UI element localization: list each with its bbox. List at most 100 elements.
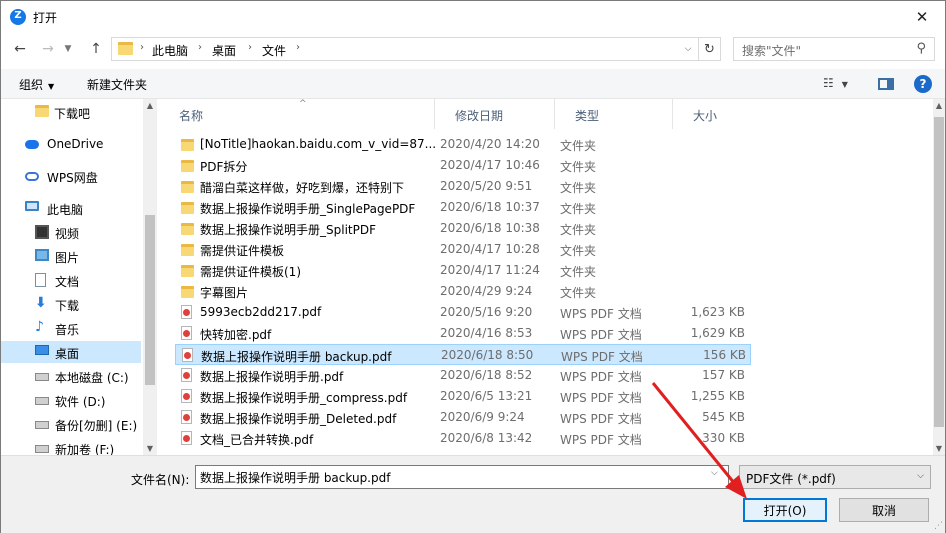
file-row[interactable]: 数据上报操作说明手册_compress.pdf 2020/6/5 13:21 WPS… (175, 386, 751, 407)
file-row[interactable]: 数据上报操作说明手册_Deleted.pdf 2020/6/9 9:24 WPS P… (175, 407, 751, 428)
sidebar-item[interactable]: 本地磁盘 (C:) (1, 365, 141, 387)
preview-pane-button[interactable] (878, 78, 894, 90)
command-toolbar: 组织 ▼ 新建文件夹 ☷ ▼ ? (1, 69, 945, 99)
close-button[interactable]: ✕ (899, 1, 945, 32)
file-type: 文件夹 (560, 265, 597, 279)
refresh-button[interactable]: ↻ (699, 37, 721, 61)
chevron-down-icon[interactable]: ⌵ (711, 468, 718, 478)
file-row[interactable]: 数据上报操作说明手册_SplitPDF 2020/6/18 10:38 文件夹 (175, 218, 751, 239)
column-header-size[interactable]: 大小 (673, 99, 753, 129)
sidebar-item[interactable]: 文档 (1, 269, 141, 291)
file-row[interactable]: 醋溜白菜这样做，好吃到爆，还特别下 2020/5/20 9:51 文件夹 (175, 176, 751, 197)
file-date: 2020/4/20 14:20 (440, 137, 540, 151)
file-name: 数据上报操作说明手册.pdf (200, 370, 344, 384)
sidebar-item-label: WPS网盘 (47, 171, 98, 185)
wps-cloud-icon (25, 172, 39, 181)
caret-down-icon: ▼ (841, 80, 848, 89)
sidebar-item[interactable]: WPS网盘 (1, 165, 141, 187)
sidebar-item[interactable]: 视频 (1, 221, 141, 243)
help-button[interactable]: ? (914, 75, 932, 93)
download-icon: ⬇ (35, 295, 47, 311)
file-row[interactable]: 字幕图片 2020/4/29 9:24 文件夹 (175, 281, 751, 302)
sidebar-item-label: 下载 (55, 299, 80, 313)
change-view-button[interactable]: ☷ ▼ (823, 76, 848, 90)
new-folder-button[interactable]: 新建文件夹 (87, 76, 147, 93)
drive-icon (35, 445, 49, 453)
file-row[interactable]: 数据上报操作说明手册 backup.pdf 2020/6/18 8:50 WPS P… (175, 344, 751, 365)
chevron-down-icon: ▼ (64, 44, 72, 54)
caret-down-icon: ▼ (48, 82, 55, 91)
resize-grip-icon[interactable]: ⋰ (934, 521, 943, 531)
scroll-up-icon[interactable]: ▲ (143, 101, 157, 110)
breadcrumb-desktop[interactable]: 桌面 (212, 42, 236, 59)
file-size: 1,623 KB (690, 305, 745, 319)
sidebar-item[interactable]: ⬇ 下载 (1, 293, 141, 315)
filename-input[interactable] (195, 465, 729, 489)
sidebar-item[interactable]: 软件 (D:) (1, 389, 141, 411)
breadcrumb-files[interactable]: 文件 (262, 42, 286, 59)
pdf-file-icon (181, 410, 192, 424)
file-size: 156 KB (703, 348, 746, 362)
file-type: 文件夹 (560, 181, 597, 195)
scrollbar-thumb[interactable] (934, 117, 944, 427)
file-type: 文件夹 (560, 139, 597, 153)
file-type: WPS PDF 文档 (560, 391, 642, 405)
file-type: WPS PDF 文档 (561, 350, 643, 364)
chevron-right-icon: › (248, 42, 252, 53)
sidebar-item-label: 新加卷 (F:) (55, 443, 115, 455)
sidebar-item[interactable]: OneDrive (1, 133, 141, 155)
recent-locations-button[interactable]: ▼ (61, 38, 75, 60)
navigation-bar: ← → ▼ ↑ › 此电脑 › 桌面 › 文件 › ⌵ ↻ 搜索"文件" ⚲ (1, 33, 945, 65)
folder-icon (181, 181, 194, 193)
file-row[interactable]: 需提供证件模板(1) 2020/4/17 11:24 文件夹 (175, 260, 751, 281)
folder-icon (181, 265, 194, 277)
file-date: 2020/4/17 10:28 (440, 242, 540, 256)
sidebar-item[interactable]: 下载吧 (1, 101, 141, 123)
details-view-icon: ☷ (823, 76, 834, 90)
search-input[interactable]: 搜索"文件" ⚲ (733, 37, 935, 61)
sidebar-item[interactable]: 新加卷 (F:) (1, 437, 141, 455)
file-date: 2020/6/8 13:42 (440, 431, 533, 445)
open-button[interactable]: 打开(O) (743, 498, 827, 522)
up-button[interactable]: ↑ (85, 38, 107, 60)
file-row[interactable]: 数据上报操作说明手册.pdf 2020/6/18 8:52 WPS PDF 文档 15… (175, 365, 751, 386)
refresh-icon: ↻ (704, 41, 715, 57)
sidebar-item[interactable]: 桌面 (1, 341, 141, 363)
column-header-date[interactable]: 修改日期 (435, 99, 555, 129)
breadcrumb-this-pc[interactable]: 此电脑 (152, 42, 188, 59)
file-row[interactable]: 需提供证件模板 2020/4/17 10:28 文件夹 (175, 239, 751, 260)
file-row[interactable]: 数据上报操作说明手册_SinglePagePDF 2020/6/18 10:37 文… (175, 197, 751, 218)
scroll-down-icon[interactable]: ▼ (933, 444, 945, 453)
address-bar[interactable]: › 此电脑 › 桌面 › 文件 › ⌵ (111, 37, 699, 61)
file-type: WPS PDF 文档 (560, 370, 642, 384)
pdf-file-icon (182, 348, 193, 362)
sidebar-item[interactable]: ♪ 音乐 (1, 317, 141, 339)
chevron-down-icon: ⌵ (684, 44, 692, 54)
sidebar-item-label: 图片 (55, 251, 80, 265)
filetype-select[interactable]: PDF文件 (*.pdf) ⌵ (739, 465, 931, 489)
scroll-up-icon[interactable]: ▲ (933, 101, 945, 110)
back-button[interactable]: ← (9, 38, 31, 60)
address-history-button[interactable]: ⌵ (678, 38, 698, 60)
sidebar-item-label: 文档 (55, 275, 80, 289)
sidebar-item[interactable]: 图片 (1, 245, 141, 267)
column-header-name[interactable]: 名称 (159, 99, 435, 129)
file-row[interactable]: 快转加密.pdf 2020/4/16 8:53 WPS PDF 文档 1,629 KB (175, 323, 751, 344)
scrollbar-thumb[interactable] (145, 215, 155, 385)
file-row[interactable]: PDF拆分 2020/4/17 10:46 文件夹 (175, 155, 751, 176)
forward-button[interactable]: → (37, 38, 59, 60)
sidebar-item[interactable]: 备份[勿删] (E:) (1, 413, 141, 435)
file-size: 330 KB (702, 431, 745, 445)
file-list-scrollbar[interactable]: ▲ ▼ (933, 99, 945, 455)
scroll-down-icon[interactable]: ▼ (143, 444, 157, 453)
file-row[interactable]: [NoTitle]haokan.baidu.com_v_vid=87... 202… (175, 134, 751, 155)
file-row[interactable]: 文档_已合并转换.pdf 2020/6/8 13:42 WPS PDF 文档 330 … (175, 428, 751, 449)
file-size: 157 KB (702, 368, 745, 382)
file-date: 2020/6/18 10:38 (440, 221, 540, 235)
column-header-type[interactable]: 类型 (555, 99, 673, 129)
file-row[interactable]: 5993ecb2dd217.pdf 2020/5/16 9:20 WPS PDF 文… (175, 302, 751, 323)
cancel-button[interactable]: 取消 (839, 498, 929, 522)
organize-button[interactable]: 组织 ▼ (19, 76, 54, 93)
sidebar-item[interactable]: 此电脑 (1, 197, 141, 219)
navigation-scrollbar[interactable]: ▲ ▼ (143, 99, 157, 455)
